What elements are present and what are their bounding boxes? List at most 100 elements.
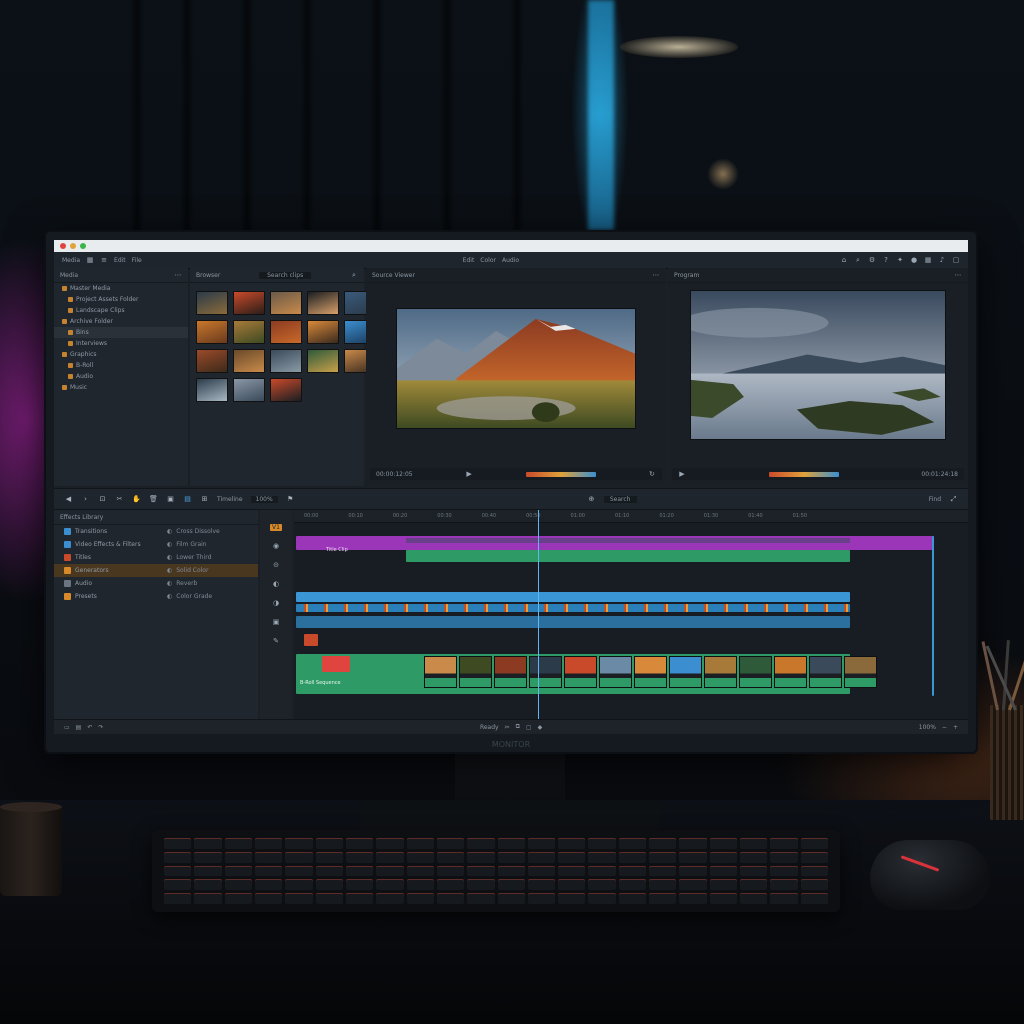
effect-row[interactable]: Presets ◐ Color Grade (54, 590, 258, 603)
marker-clip[interactable] (304, 634, 318, 646)
gear-icon[interactable]: ⚙ (868, 256, 876, 264)
search-icon[interactable]: ⌕ (854, 256, 862, 264)
eye-icon[interactable]: ◉ (273, 542, 279, 550)
clip-thumbnail[interactable] (307, 349, 339, 373)
timeline[interactable]: 00:00 00:10 00:20 00:30 00:40 00:50 01:00 01:10… (294, 510, 968, 720)
bin-icon[interactable]: ▤ (76, 724, 82, 731)
camera-icon[interactable]: ▣ (273, 618, 280, 626)
effect-row[interactable]: Audio ◐ Reverb (54, 577, 258, 590)
clip-thumbnail[interactable] (196, 320, 228, 344)
grid-icon[interactable]: ▦ (924, 256, 932, 264)
filmstrip-frame[interactable] (634, 656, 667, 688)
clip-thumbnail[interactable] (196, 291, 228, 315)
prev-frame-icon[interactable]: ◀ (64, 495, 73, 503)
snap-icon[interactable]: ▤ (183, 495, 192, 503)
audio-track-3[interactable] (296, 616, 850, 628)
timeline-zoom-field[interactable]: 100% (250, 495, 278, 503)
paste-icon[interactable]: ▢ (526, 724, 532, 731)
find-label[interactable]: Find (929, 496, 941, 503)
clip-thumbnail[interactable] (270, 291, 302, 315)
media-tree-item[interactable]: Project Assets Folder (54, 294, 188, 305)
blade-tool-icon[interactable]: ✂ (115, 495, 124, 503)
effect-row[interactable]: Transitions ◐ Cross Dissolve (54, 525, 258, 538)
minimize-dot[interactable] (70, 243, 76, 249)
filmstrip-frame[interactable] (774, 656, 807, 688)
copy-icon[interactable]: ⧉ (516, 723, 520, 731)
filmstrip-frame[interactable] (669, 656, 702, 688)
marker-icon[interactable]: ◆ (538, 724, 543, 731)
clip-thumbnail[interactable] (233, 349, 265, 373)
solo-icon[interactable]: ◑ (273, 599, 279, 607)
lock-track-icon[interactable]: ⊝ (273, 561, 279, 569)
expand-icon[interactable]: ⤢ (949, 495, 958, 504)
effect-row[interactable]: Generators ◐ Solid Color (54, 564, 258, 577)
hand-tool-icon[interactable]: ✋ (132, 495, 141, 503)
flag-icon[interactable]: ⚑ (286, 495, 295, 503)
clip-thumbnail[interactable] (270, 378, 302, 402)
list-view-icon[interactable]: ≡ (100, 256, 108, 264)
help-icon[interactable]: ? (882, 256, 890, 264)
filmstrip-frame[interactable] (564, 656, 597, 688)
user-icon[interactable]: ● (910, 256, 918, 264)
filmstrip-frame[interactable] (739, 656, 772, 688)
clip-thumbnail[interactable] (270, 320, 302, 344)
timeline-search-input[interactable]: Search (603, 495, 637, 503)
workspace-audio[interactable]: Audio (502, 257, 519, 264)
effect-row[interactable]: Video Effects & Filters ◐ Film Grain (54, 538, 258, 551)
title-subclip[interactable] (406, 538, 850, 543)
viewer-menu-icon[interactable]: ⋯ (954, 271, 962, 279)
media-tree-item[interactable]: Landscape Clips (54, 305, 188, 316)
video-track-green[interactable] (406, 550, 850, 562)
browser-search-input[interactable]: Search clips (259, 271, 312, 279)
window-icon[interactable]: ▢ (952, 256, 960, 264)
filmstrip-frame[interactable] (494, 656, 527, 688)
bell-icon[interactable]: ♪ (938, 256, 946, 264)
red-clip[interactable] (322, 656, 350, 672)
panel-menu-icon[interactable]: ⋯ (174, 271, 182, 279)
clip-thumbnail[interactable] (196, 349, 228, 373)
home-icon[interactable]: ⌂ (840, 256, 848, 264)
trash-icon[interactable]: 🗑 (149, 495, 158, 503)
program-play-icon[interactable]: ▶ (678, 470, 686, 478)
media-tree-item[interactable]: Archive Folder (54, 316, 188, 327)
loop-icon[interactable]: ↻ (648, 470, 656, 478)
playhead[interactable] (538, 510, 539, 720)
mute-icon[interactable]: ◐ (273, 580, 279, 588)
clip-thumbnail[interactable] (233, 291, 265, 315)
media-tree-item[interactable]: Graphics (54, 349, 188, 360)
audio-track-1[interactable] (296, 592, 850, 602)
redo-icon[interactable]: ↷ (98, 724, 103, 731)
menu-item-file[interactable]: File (132, 257, 142, 264)
program-scrub-bar[interactable] (768, 471, 839, 477)
effect-row[interactable]: Titles ◐ Lower Third (54, 551, 258, 564)
menu-item-edit[interactable]: Edit (114, 257, 126, 264)
pen-icon[interactable]: ✎ (273, 637, 279, 645)
filmstrip-frame[interactable] (529, 656, 562, 688)
filmstrip-frame[interactable] (704, 656, 737, 688)
maximize-dot[interactable] (80, 243, 86, 249)
clip-thumbnail[interactable] (270, 349, 302, 373)
media-tree-item[interactable]: Master Media (54, 283, 188, 294)
image-icon[interactable]: ▣ (166, 495, 175, 503)
workspace-color[interactable]: Color (480, 257, 496, 264)
zoom-out-icon[interactable]: − (942, 724, 947, 731)
play-icon[interactable]: ▶ (465, 470, 473, 478)
media-tree-item[interactable]: Interviews (54, 338, 188, 349)
clip-thumbnail[interactable] (307, 291, 339, 315)
settings-icon[interactable]: ✦ (896, 256, 904, 264)
lock-icon[interactable]: ⊕ (587, 495, 596, 503)
clip-thumbnail[interactable] (196, 378, 228, 402)
zoom-in-icon[interactable]: + (953, 724, 958, 731)
zoom-icon[interactable]: ⌕ (350, 271, 358, 279)
filmstrip-frame[interactable] (599, 656, 632, 688)
workspace-edit[interactable]: Edit (463, 257, 475, 264)
clip-thumbnail[interactable] (233, 378, 265, 402)
track-tag[interactable]: V1 (270, 524, 282, 531)
media-tree-item[interactable]: Music (54, 382, 188, 393)
filmstrip-frame[interactable] (424, 656, 457, 688)
audio-track-2[interactable] (296, 604, 850, 612)
clip-thumbnail[interactable] (307, 320, 339, 344)
menu-item-media[interactable]: Media (62, 257, 80, 264)
link-icon[interactable]: ⊞ (200, 495, 209, 503)
filmstrip-frame[interactable] (809, 656, 842, 688)
